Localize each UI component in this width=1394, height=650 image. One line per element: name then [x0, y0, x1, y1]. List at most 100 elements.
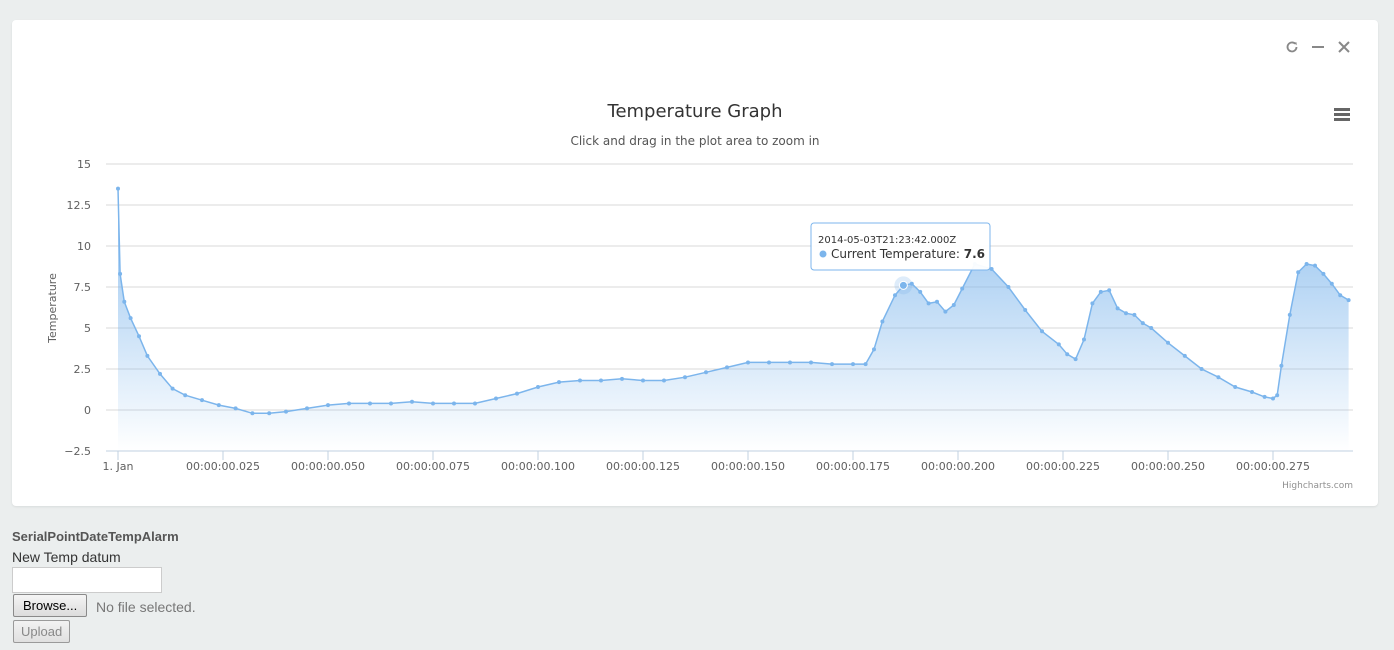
series-current-temperature — [116, 186, 1351, 451]
data-point — [118, 271, 123, 276]
data-point — [137, 334, 141, 339]
data-point — [557, 380, 561, 385]
tooltip-series-label: Current Temperature: 7.6 — [831, 247, 985, 261]
data-point — [725, 365, 729, 370]
x-tick-label: 00:00:00.200 — [921, 460, 995, 473]
minimize-icon[interactable] — [1310, 38, 1326, 56]
data-point — [960, 286, 965, 291]
data-point — [347, 401, 351, 406]
data-point — [1346, 298, 1351, 303]
data-point — [926, 301, 931, 306]
data-point — [863, 362, 868, 367]
data-point — [494, 396, 498, 401]
data-point — [284, 409, 288, 414]
data-point — [1006, 285, 1011, 289]
refresh-icon[interactable] — [1284, 38, 1300, 56]
data-point — [233, 406, 238, 411]
chart-title: Temperature Graph — [607, 101, 783, 122]
tooltip-colon: : — [956, 247, 964, 261]
data-point — [704, 370, 708, 375]
data-point — [1132, 312, 1137, 317]
y-axis-label: Temperature — [46, 273, 59, 344]
data-point — [326, 403, 330, 408]
data-point — [1182, 353, 1187, 358]
data-point — [1040, 329, 1044, 334]
browse-button[interactable]: Browse... — [13, 594, 88, 617]
data-point — [1065, 352, 1070, 357]
data-point — [951, 303, 956, 308]
data-point — [250, 411, 255, 416]
x-tick-label: 00:00:00.250 — [1131, 460, 1205, 473]
data-point — [1056, 342, 1061, 347]
data-point — [183, 393, 188, 398]
data-point — [683, 375, 687, 380]
data-point — [1296, 270, 1301, 275]
tooltip-series-name: Current Temperature — [831, 247, 956, 261]
x-tick-label: 00:00:00.050 — [291, 460, 365, 473]
form-title: SerialPointDateTempAlarm — [12, 529, 179, 544]
data-point — [620, 376, 624, 381]
x-tick-label: 00:00:00.075 — [396, 460, 470, 473]
data-point — [1149, 326, 1154, 330]
data-point — [1166, 340, 1170, 345]
chart-panel: Temperature Graph Click and drag in the … — [12, 20, 1378, 506]
tooltip-timestamp: 2014-05-03T21:23:42.000Z — [818, 235, 956, 246]
x-tick-label: 00:00:00.100 — [501, 460, 575, 473]
data-point — [170, 386, 175, 391]
data-point — [767, 360, 771, 365]
x-tick-label: 1. Jan — [103, 460, 134, 473]
data-point — [809, 360, 813, 365]
data-point — [145, 353, 150, 358]
data-point — [1023, 307, 1028, 312]
upload-button[interactable]: Upload — [13, 620, 71, 643]
y-axis: 15 12.5 10 7.5 5 2.5 0 −2.5 — [64, 158, 91, 458]
data-point — [122, 299, 127, 304]
data-point — [410, 399, 414, 404]
credits-link[interactable]: Highcharts.com — [1282, 481, 1353, 491]
new-temp-datum-label: New Temp datum — [12, 549, 121, 565]
new-temp-datum-input[interactable] — [12, 567, 162, 593]
x-tick-label: 00:00:00.125 — [606, 460, 680, 473]
data-point — [1250, 389, 1254, 394]
data-point — [200, 398, 204, 403]
data-point — [1329, 281, 1334, 286]
data-point — [662, 378, 666, 383]
data-point — [1233, 385, 1238, 390]
data-point — [1279, 363, 1284, 368]
data-point — [1140, 321, 1145, 326]
data-point — [1287, 312, 1292, 317]
data-point — [1082, 337, 1086, 342]
data-point — [116, 186, 120, 191]
data-point — [599, 378, 603, 383]
y-tick-label: 7.5 — [74, 281, 92, 294]
data-point — [389, 401, 393, 406]
data-point — [431, 401, 435, 406]
data-point — [1216, 375, 1221, 380]
data-point — [1090, 301, 1095, 306]
data-point — [1313, 263, 1317, 268]
series-area — [118, 188, 1349, 451]
data-point — [267, 411, 272, 416]
x-axis: 1. Jan 00:00:00.025 00:00:00.050 00:00:00.0… — [103, 450, 1353, 473]
data-point — [1098, 289, 1103, 294]
data-point — [788, 360, 792, 365]
hover-point — [898, 280, 908, 290]
tooltip-value: 7.6 — [964, 247, 985, 261]
panel-tools — [1284, 38, 1352, 56]
x-tick-label: 00:00:00.275 — [1236, 460, 1310, 473]
temperature-chart[interactable]: Temperature Graph Click and drag in the … — [12, 20, 1378, 506]
data-point — [1107, 288, 1112, 293]
data-point — [641, 378, 645, 383]
x-tick-label: 00:00:00.175 — [816, 460, 890, 473]
data-point — [452, 401, 456, 406]
y-tick-label: −2.5 — [64, 445, 91, 458]
y-tick-label: 0 — [84, 404, 91, 417]
data-point — [1271, 396, 1275, 401]
data-point — [158, 371, 162, 376]
data-point — [746, 360, 750, 365]
hamburger-menu-icon[interactable] — [1334, 108, 1350, 122]
y-tick-label: 10 — [77, 240, 91, 253]
data-point — [943, 309, 948, 314]
close-icon[interactable] — [1336, 38, 1352, 56]
data-point — [935, 299, 939, 304]
